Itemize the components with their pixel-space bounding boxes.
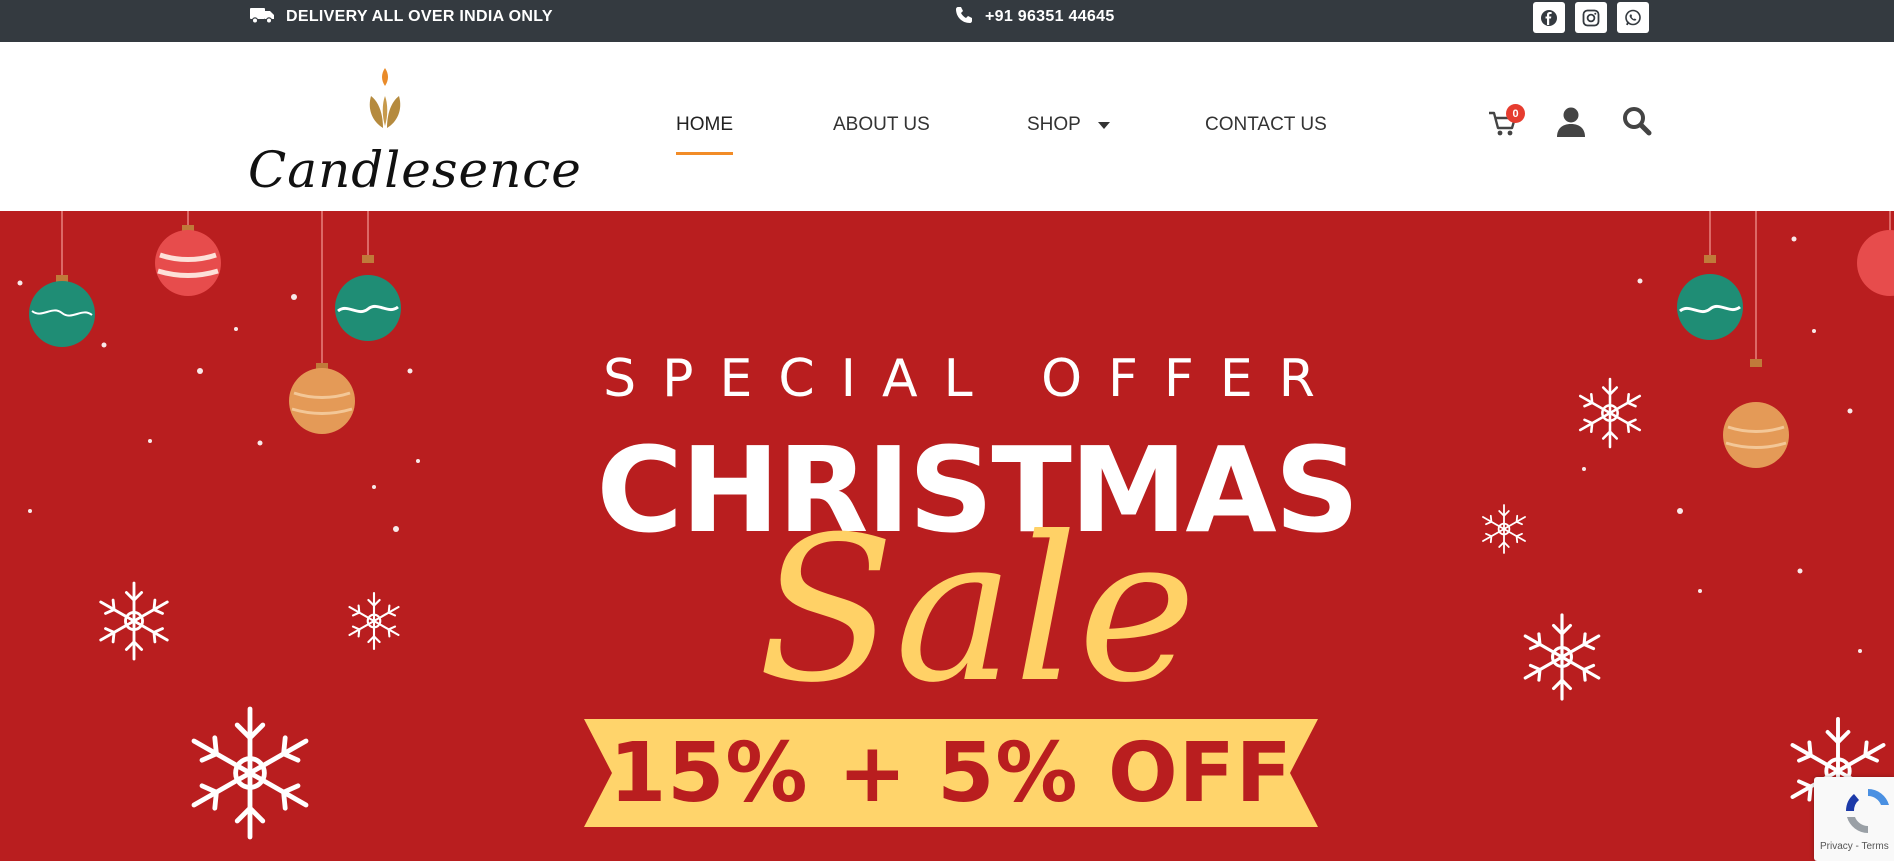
- truck-icon: [250, 6, 276, 29]
- logo-text: Candlesence: [248, 141, 582, 199]
- nav-shop[interactable]: SHOP: [1027, 114, 1110, 136]
- delivery-text: DELIVERY ALL OVER INDIA ONLY: [286, 8, 553, 25]
- phone-icon: [955, 6, 973, 29]
- top-bar: DELIVERY ALL OVER INDIA ONLY +91 96351 4…: [0, 0, 1894, 42]
- nav-home[interactable]: HOME: [676, 114, 733, 155]
- delivery-info: DELIVERY ALL OVER INDIA ONLY: [250, 0, 553, 34]
- ornament-green-right: [1677, 255, 1743, 340]
- recaptcha-links[interactable]: Privacy - Terms: [1820, 841, 1889, 852]
- hero-banner[interactable]: SPECIAL OFFER CHRISTMAS Sale 15% + 5% OF…: [0, 211, 1894, 861]
- site-header: Candlesence HOME ABOUT US SHOP CONTACT U…: [0, 42, 1894, 211]
- nav-contact-us[interactable]: CONTACT US: [1205, 114, 1327, 136]
- whatsapp-icon[interactable]: [1617, 2, 1649, 33]
- sale-heading: Sale: [757, 494, 1197, 727]
- site-logo[interactable]: Candlesence: [248, 66, 581, 226]
- cart-count-badge: 0: [1506, 104, 1525, 123]
- phone-info[interactable]: +91 96351 44645: [955, 0, 1115, 34]
- special-offer-heading: SPECIAL OFFER: [603, 349, 1341, 409]
- user-icon[interactable]: [1556, 106, 1588, 140]
- social-links: [1533, 2, 1649, 33]
- recaptcha-badge[interactable]: Privacy - Terms: [1814, 777, 1894, 861]
- ornament-green-center-left: [335, 255, 401, 341]
- discount-text: 15% + 5% OFF: [609, 725, 1293, 821]
- recaptcha-icon: [1846, 789, 1889, 833]
- phone-number: +91 96351 44645: [985, 8, 1115, 25]
- header-actions: 0: [1488, 104, 1658, 146]
- ornament-green-left: [29, 275, 95, 347]
- snowflake: [194, 709, 306, 837]
- ornament-red-left: [155, 225, 221, 296]
- facebook-icon[interactable]: [1533, 2, 1565, 33]
- nav-about-us[interactable]: ABOUT US: [833, 114, 930, 136]
- cart-icon[interactable]: 0: [1488, 104, 1525, 140]
- nav-shop-label: SHOP: [1027, 114, 1081, 136]
- caret-down-icon: [1097, 114, 1110, 136]
- instagram-icon[interactable]: [1575, 2, 1607, 33]
- ornament-red-right: [1857, 230, 1894, 296]
- flame-leaf-icon: [369, 68, 401, 128]
- search-icon[interactable]: [1622, 106, 1654, 140]
